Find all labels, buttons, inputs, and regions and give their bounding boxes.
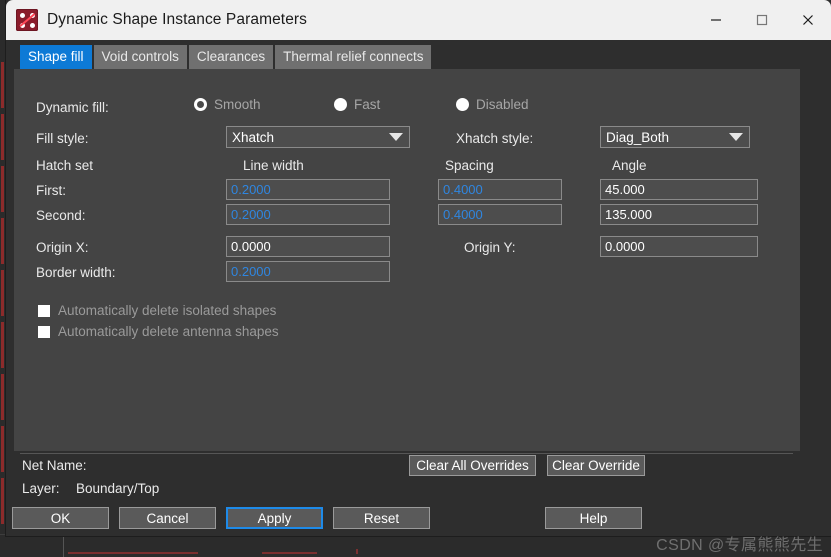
checkbox-mark <box>38 304 50 317</box>
border-width-label: Border width: <box>36 265 116 280</box>
radio-mark-fast <box>334 98 347 111</box>
radio-dynamic-fill-fast[interactable]: Fast <box>334 97 380 112</box>
reset-button[interactable]: Reset <box>333 507 430 529</box>
footer-separator <box>20 453 793 454</box>
window-controls <box>693 0 831 40</box>
cancel-button[interactable]: Cancel <box>119 507 216 529</box>
apply-button[interactable]: Apply <box>226 507 323 529</box>
help-button[interactable]: Help <box>545 507 642 529</box>
checkbox-label: Automatically delete isolated shapes <box>58 303 277 318</box>
origin-y-input[interactable] <box>600 236 758 257</box>
fill-style-select[interactable]: Xhatch <box>226 126 410 148</box>
layer-value: Boundary/Top <box>76 481 160 496</box>
window-title: Dynamic Shape Instance Parameters <box>47 11 308 28</box>
clear-override-button[interactable]: Clear Override <box>547 455 645 476</box>
chevron-down-icon <box>729 133 743 141</box>
background-trace <box>262 552 317 554</box>
fill-style-label: Fill style: <box>36 131 89 146</box>
background-trace <box>68 552 198 554</box>
fill-style-value: Xhatch <box>232 129 275 145</box>
application-root: Dynamic Shape Instance Parameters Shape … <box>0 0 831 557</box>
tab-strip: Shape fill Void controls Clearances Ther… <box>20 45 432 69</box>
title-bar[interactable]: Dynamic Shape Instance Parameters <box>6 0 831 40</box>
pads-shape-icon <box>16 9 38 31</box>
second-spacing-input[interactable] <box>438 204 562 225</box>
hatch-set-header: Hatch set <box>36 158 94 173</box>
tab-thermal-relief-connects[interactable]: Thermal relief connects <box>275 45 432 69</box>
origin-y-label: Origin Y: <box>464 240 516 255</box>
shape-fill-panel: Dynamic fill: Smooth Fast Disabled Fill … <box>14 69 800 451</box>
line-width-header: Line width <box>243 158 304 173</box>
tab-clearances[interactable]: Clearances <box>188 45 274 69</box>
origin-x-label: Origin X: <box>36 240 89 255</box>
second-line-width-input[interactable] <box>226 204 390 225</box>
first-angle-input[interactable] <box>600 179 758 200</box>
clear-all-overrides-button[interactable]: Clear All Overrides <box>409 455 536 476</box>
dialog-window: Dynamic Shape Instance Parameters Shape … <box>6 0 831 536</box>
dynamic-fill-label: Dynamic fill: <box>36 100 109 115</box>
first-line-width-input[interactable] <box>226 179 390 200</box>
maximize-icon[interactable] <box>739 0 785 40</box>
first-spacing-input[interactable] <box>438 179 562 200</box>
spacing-header: Spacing <box>445 158 494 173</box>
xhatch-style-label: Xhatch style: <box>456 131 534 146</box>
ok-button[interactable]: OK <box>12 507 109 529</box>
first-row-label: First: <box>36 183 66 198</box>
background-trace-strip <box>1 62 4 527</box>
checkbox-auto-delete-isolated-shapes[interactable]: Automatically delete isolated shapes <box>38 303 276 318</box>
radio-dynamic-fill-disabled[interactable]: Disabled <box>456 97 529 112</box>
second-row-label: Second: <box>36 208 86 223</box>
radio-label-fast: Fast <box>354 97 381 112</box>
layer-label: Layer: <box>22 481 60 496</box>
checkbox-label: Automatically delete antenna shapes <box>58 324 279 339</box>
radio-mark-disabled <box>456 98 469 111</box>
border-width-input[interactable] <box>226 261 390 282</box>
tab-shape-fill[interactable]: Shape fill <box>20 45 92 69</box>
background-vertical-divider <box>63 535 64 557</box>
radio-mark-smooth <box>194 98 207 111</box>
net-name-label: Net Name: <box>22 458 87 473</box>
radio-dynamic-fill-smooth[interactable]: Smooth <box>194 97 261 112</box>
radio-label-smooth: Smooth <box>214 97 261 112</box>
xhatch-style-value: Diag_Both <box>606 129 670 145</box>
angle-header: Angle <box>612 158 647 173</box>
background-trace <box>356 549 358 554</box>
checkbox-auto-delete-antenna-shapes[interactable]: Automatically delete antenna shapes <box>38 324 279 339</box>
checkbox-mark <box>38 325 50 338</box>
watermark: CSDN @专属熊熊先生 <box>656 537 823 554</box>
minimize-icon[interactable] <box>693 0 739 40</box>
radio-label-disabled: Disabled <box>476 97 529 112</box>
origin-x-input[interactable] <box>226 236 390 257</box>
close-icon[interactable] <box>785 0 831 40</box>
chevron-down-icon <box>389 133 403 141</box>
xhatch-style-select[interactable]: Diag_Both <box>600 126 750 148</box>
second-angle-input[interactable] <box>600 204 758 225</box>
tab-void-controls[interactable]: Void controls <box>93 45 187 69</box>
